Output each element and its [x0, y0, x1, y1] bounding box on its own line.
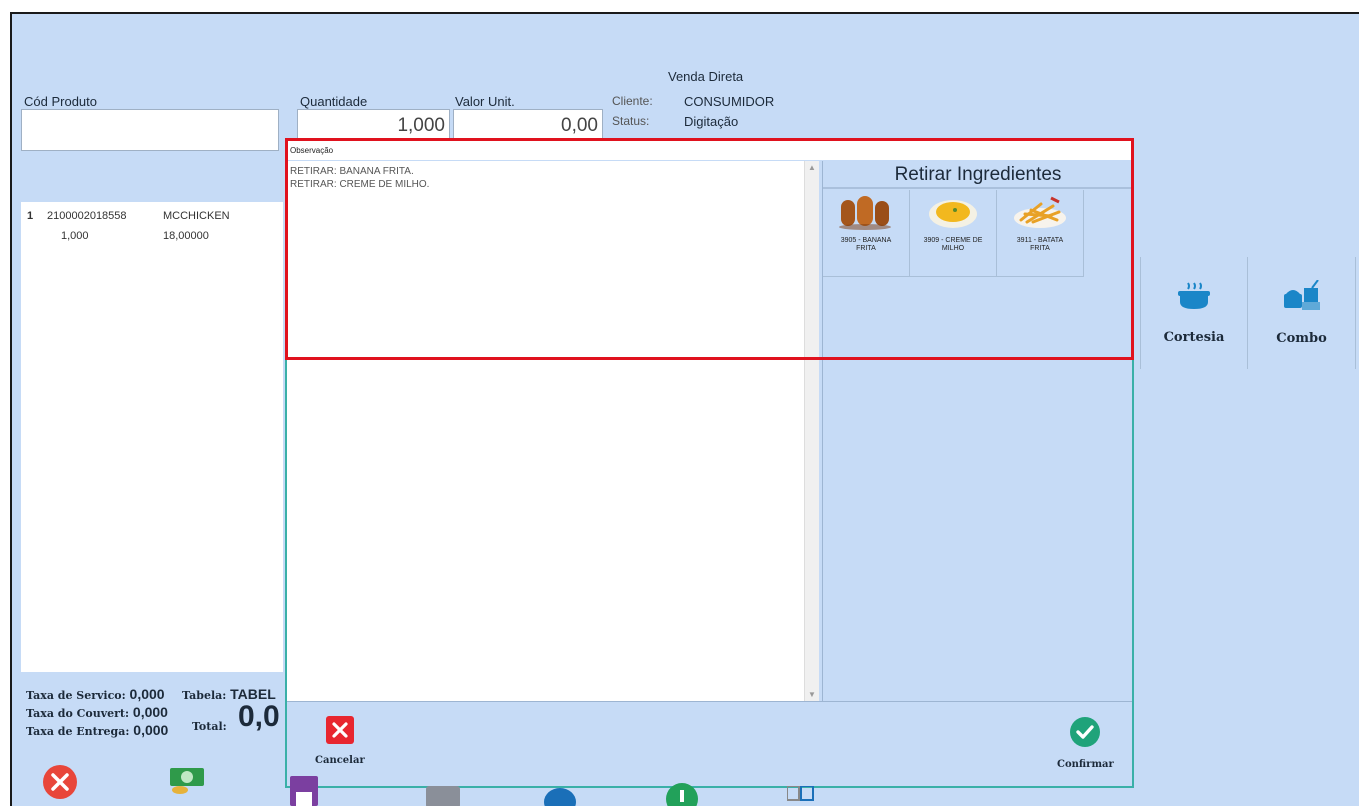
observacao-text: RETIRAR: BANANA FRITA. RETIRAR: CREME DE… [290, 166, 430, 190]
confirmar-button[interactable]: Confirmar [1057, 716, 1114, 770]
retirar-ingredientes-panel: Retirar Ingredientes 3905 - BANANA FRITA [822, 161, 1133, 701]
combo-icon [1282, 279, 1322, 317]
ingredient-label: 3911 - BATATA FRITA [1016, 237, 1064, 252]
item-row[interactable]: 1 2100002018558 MCCHICKEN 1,000 18,00000 [21, 202, 283, 250]
ingredient-tile-creme-de-milho[interactable]: 3909 - CREME DE MILHO [910, 190, 997, 277]
scroll-up-icon[interactable]: ▲ [808, 163, 816, 172]
confirm-icon [1069, 716, 1101, 753]
ingredient-label: 3905 - BANANA FRITA [840, 237, 892, 252]
cliente-label: Cliente: [612, 94, 653, 108]
money-icon[interactable] [168, 764, 206, 801]
taxa-entrega-label: Taxa de Entrega: [26, 725, 130, 738]
cortesia-button[interactable]: Cortesia [1140, 257, 1248, 369]
item-code: 2100002018558 [47, 210, 127, 222]
ingredient-tile-batata-frita[interactable]: 3911 - BATATA FRITA [997, 190, 1084, 277]
observacao-label: Observação [287, 140, 1132, 160]
ingredient-label: 3909 - CREME DE MILHO [923, 237, 983, 252]
cancelar-label: Cancelar [315, 755, 365, 766]
taxa-servico: Taxa de Servico: 0,000 [26, 686, 165, 702]
item-index: 1 [27, 210, 34, 222]
venda-title: Venda Direta [668, 69, 744, 84]
status-value: Digitação [684, 114, 739, 129]
save-icon[interactable] [290, 776, 318, 806]
creme-de-milho-image [924, 190, 982, 235]
cortesia-label: Cortesia [1163, 330, 1225, 345]
dialog-footer: Cancelar Confirmar [287, 701, 1132, 786]
cod-produto-input[interactable] [21, 109, 279, 151]
ingredients-title: Retirar Ingredientes [823, 161, 1133, 189]
observacao-dialog: Observação RETIRAR: BANANA FRITA. RETIRA… [285, 138, 1134, 788]
combo-label: Combo [1276, 331, 1327, 346]
item-qty: 1,000 [61, 230, 89, 242]
combo-button[interactable]: Combo [1248, 257, 1356, 369]
total-value: 0,0 [238, 700, 280, 733]
valor-unit-input[interactable]: 0,00 [453, 109, 603, 139]
taxa-servico-value: 0,000 [129, 686, 165, 702]
cancelar-button[interactable]: Cancelar [315, 716, 365, 766]
quantidade-label: Quantidade [300, 94, 368, 109]
banana-frita-image [837, 190, 895, 235]
user-icon[interactable] [543, 782, 577, 806]
total-label: Total: [192, 720, 227, 733]
confirmar-label: Confirmar [1057, 759, 1114, 770]
windows-icon[interactable] [786, 785, 817, 806]
printer-icon[interactable] [426, 782, 460, 806]
taxa-couvert-label: Taxa do Couvert: [26, 707, 130, 720]
valor-unit-label: Valor Unit. [455, 94, 515, 109]
taxa-entrega-value: 0,000 [133, 722, 169, 738]
batata-frita-image [1011, 190, 1069, 235]
cod-produto-label: Cód Produto [24, 94, 97, 109]
taxa-couvert-value: 0,000 [132, 704, 168, 720]
ingredient-tile-banana-frita[interactable]: 3905 - BANANA FRITA [823, 190, 910, 277]
quantidade-value: 1,000 [397, 115, 445, 136]
observacao-scrollbar[interactable]: ▲ ▼ [804, 161, 819, 701]
close-circle-icon[interactable] [42, 764, 78, 805]
tabela-label: Tabela: [182, 689, 227, 702]
cortesia-icon [1175, 281, 1213, 316]
cliente-value: CONSUMIDOR [684, 94, 775, 109]
taxa-couvert: Taxa do Couvert: 0,000 [26, 704, 168, 720]
quantidade-input[interactable]: 1,000 [297, 109, 450, 139]
valor-unit-value: 0,00 [561, 115, 598, 136]
pdv-window: Venda Direta Cliente: CONSUMIDOR Status:… [10, 12, 1359, 806]
observacao-textarea[interactable]: RETIRAR: BANANA FRITA. RETIRAR: CREME DE… [287, 161, 814, 701]
scroll-down-icon[interactable]: ▼ [808, 690, 816, 699]
add-circle-icon[interactable] [665, 782, 699, 806]
items-list [21, 250, 283, 672]
status-label: Status: [612, 114, 650, 128]
item-price: 18,00000 [163, 230, 209, 242]
taxa-entrega: Taxa de Entrega: 0,000 [26, 722, 168, 738]
cancel-icon [325, 716, 354, 749]
taxa-servico-label: Taxa de Servico: [26, 689, 126, 702]
item-name: MCCHICKEN [163, 210, 230, 222]
